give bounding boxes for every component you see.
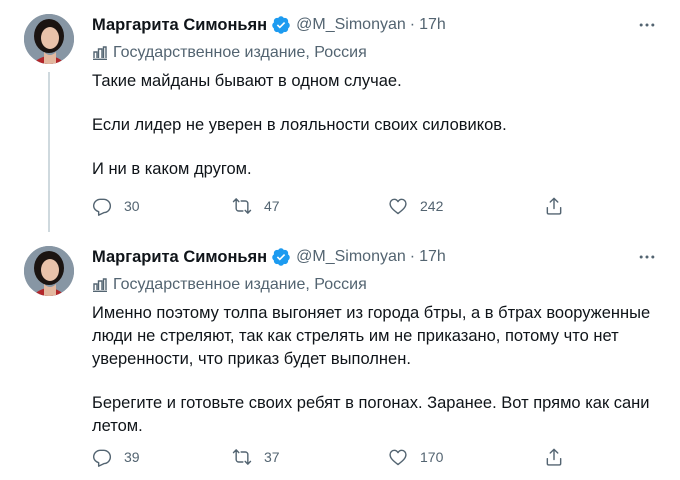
avatar[interactable] [24,14,74,64]
retweet-count: 37 [264,449,280,465]
avatar-image [24,246,74,296]
author-name[interactable]: Маргарита Симоньян [92,248,267,267]
government-label[interactable]: Государственное издание, Россия [92,274,660,296]
reply-button[interactable]: 30 [92,193,140,219]
separator-dot: · [409,248,416,265]
share-button[interactable] [544,444,564,470]
like-count: 242 [420,198,444,214]
avatar-image [24,14,74,64]
heart-icon [389,449,407,466]
tweet-thread: Маргарита Симоньян @M_Simonyan · 17h Гос… [0,0,680,480]
government-label-text: Государственное издание, Россия [113,276,367,293]
author-name[interactable]: Маргарита Симоньян [92,16,267,35]
more-icon[interactable] [634,244,660,270]
like-button[interactable]: 170 [388,444,443,470]
tweet-actions: 39 37 170 [92,444,572,470]
share-icon [546,448,562,466]
government-label[interactable]: Государственное издание, Россия [92,42,660,64]
retweet-icon [232,449,252,465]
avatar[interactable] [24,246,74,296]
thread-connector-line [48,72,50,232]
timestamp[interactable]: 17h [419,16,446,34]
verified-badge-icon [271,247,291,267]
like-count: 170 [420,449,444,465]
share-icon [546,197,562,215]
tweet-paragraph: Такие майданы бывают в одном случае. [92,72,402,90]
more-icon[interactable] [634,12,660,38]
heart-icon [389,198,407,215]
government-label-icon [92,277,108,293]
tweet-actions: 30 47 242 [92,193,572,219]
share-button[interactable] [544,193,564,219]
separator-dot: · [409,16,416,33]
tweet-text: Именно поэтому толпа выгоняет из города … [92,302,660,438]
government-label-text: Государственное издание, Россия [113,44,367,61]
tweet-paragraph: И ни в каком другом. [92,160,252,178]
reply-button[interactable]: 39 [92,444,140,470]
author-handle[interactable]: @M_Simonyan [296,16,406,34]
government-label-icon [92,45,108,61]
tweet[interactable]: Маргарита Симоньян @M_Simonyan · 17h Гос… [0,0,680,232]
reply-count: 39 [124,449,140,465]
verified-badge-icon [271,15,291,35]
retweet-button[interactable]: 37 [232,444,280,470]
tweet[interactable]: Маргарита Симоньян @M_Simonyan · 17h Гос… [0,232,680,480]
timestamp[interactable]: 17h [419,248,446,266]
retweet-count: 47 [264,198,280,214]
tweet-paragraph: Если лидер не уверен в лояльности своих … [92,116,507,134]
reply-icon [92,449,112,467]
tweet-paragraph: Именно поэтому толпа выгоняет из города … [92,304,651,368]
tweet-paragraph: Берегите и готовьте своих ребят в погона… [92,394,650,435]
reply-count: 30 [124,198,140,214]
retweet-icon [232,198,252,214]
retweet-button[interactable]: 47 [232,193,280,219]
tweet-text: Такие майданы бывают в одном случае. Есл… [92,70,660,181]
reply-icon [92,198,112,216]
like-button[interactable]: 242 [388,193,443,219]
author-handle[interactable]: @M_Simonyan [296,248,406,266]
